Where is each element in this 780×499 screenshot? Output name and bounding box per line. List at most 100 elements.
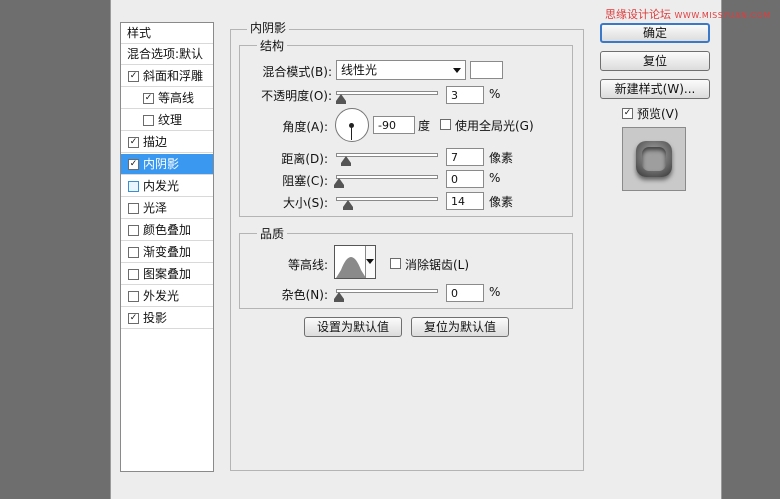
style-item-label: 纹理 [158, 113, 183, 127]
blend-options-label: 混合选项:默认 [127, 47, 204, 61]
size-slider-thumb[interactable] [343, 200, 353, 210]
preview-checkbox[interactable]: ✓ [622, 108, 633, 119]
style-item-contour[interactable]: ✓ 等高线 [121, 88, 213, 109]
chevron-down-icon [366, 259, 374, 264]
blend-mode-label: 混合模式(B): [262, 65, 332, 79]
new-style-button[interactable]: 新建样式(W)... [600, 79, 710, 99]
opacity-input[interactable]: 3 [446, 86, 484, 104]
angle-dial[interactable] [335, 108, 369, 142]
angle-center-dot [349, 123, 354, 128]
style-item-label: 投影 [143, 311, 168, 325]
choke-unit: % [489, 171, 501, 185]
styles-header[interactable]: 样式 [121, 23, 213, 44]
styles-list: 样式 混合选项:默认 ✓ 斜面和浮雕 ✓ 等高线 纹理 ✓ 描边 ✓ 内阴影 内… [120, 22, 214, 472]
style-item-inner-shadow[interactable]: ✓ 内阴影 [121, 154, 213, 175]
noise-unit: % [489, 285, 501, 299]
contour-picker[interactable] [334, 245, 376, 279]
distance-slider-track[interactable] [336, 153, 438, 157]
style-item-label: 渐变叠加 [143, 245, 192, 259]
reset-default-button[interactable]: 复位为默认值 [411, 317, 509, 337]
stroke-checkbox[interactable]: ✓ [128, 137, 139, 148]
choke-input[interactable]: 0 [446, 170, 484, 188]
style-item-bevel-emboss[interactable]: ✓ 斜面和浮雕 [121, 66, 213, 87]
opacity-slider-track[interactable] [336, 91, 438, 95]
noise-slider-track[interactable] [336, 289, 438, 293]
size-label: 大小(S): [282, 196, 328, 210]
shadow-color-swatch[interactable] [470, 61, 503, 79]
anti-alias-label: 消除锯齿(L) [405, 258, 470, 272]
inner-shadow-title: 内阴影 [247, 19, 290, 36]
choke-slider-track[interactable] [336, 175, 438, 179]
angle-unit: 度 [418, 119, 431, 133]
size-input[interactable]: 14 [446, 192, 484, 210]
style-item-color-overlay[interactable]: 颜色叠加 [121, 220, 213, 241]
global-light-label: 使用全局光(G) [455, 119, 534, 133]
set-default-button[interactable]: 设置为默认值 [304, 317, 402, 337]
contour-curve-icon [336, 257, 366, 278]
inner-shadow-checkbox[interactable]: ✓ [128, 159, 139, 170]
style-preview-thumbnail [622, 127, 686, 191]
bevel-checkbox[interactable]: ✓ [128, 71, 139, 82]
style-item-label: 等高线 [158, 91, 195, 105]
noise-input[interactable]: 0 [446, 284, 484, 302]
style-item-label: 描边 [143, 135, 168, 149]
distance-unit: 像素 [489, 151, 514, 165]
style-item-label: 内发光 [143, 179, 180, 193]
anti-alias-checkbox[interactable] [390, 258, 401, 269]
styles-header-label: 样式 [127, 26, 152, 40]
style-item-outer-glow[interactable]: 外发光 [121, 286, 213, 307]
blend-mode-select[interactable]: 线性光 [336, 60, 466, 80]
pattern-overlay-checkbox[interactable] [128, 269, 139, 280]
contour-dropdown-button[interactable] [365, 246, 375, 278]
drop-shadow-checkbox[interactable]: ✓ [128, 313, 139, 324]
style-item-label: 光泽 [143, 201, 168, 215]
ok-button[interactable]: 确定 [600, 23, 710, 43]
preview-shape-inner [642, 147, 666, 171]
texture-checkbox[interactable] [143, 115, 154, 126]
style-item-drop-shadow[interactable]: ✓ 投影 [121, 308, 213, 329]
distance-slider-thumb[interactable] [341, 156, 351, 166]
style-item-texture[interactable]: 纹理 [121, 110, 213, 131]
opacity-slider-thumb[interactable] [336, 94, 346, 104]
style-item-gradient-overlay[interactable]: 渐变叠加 [121, 242, 213, 263]
inner-glow-checkbox[interactable] [128, 181, 139, 192]
preview-shape [636, 141, 672, 177]
noise-label: 杂色(N): [281, 288, 328, 302]
style-item-label: 内阴影 [143, 157, 180, 171]
chevron-down-icon [453, 68, 461, 73]
watermark: 思缘设计论坛 WWW.MISSYUAN.COM [605, 6, 771, 22]
choke-slider-thumb[interactable] [334, 178, 344, 188]
distance-label: 距离(D): [281, 152, 328, 166]
opacity-label: 不透明度(O): [261, 89, 332, 103]
style-item-label: 斜面和浮雕 [143, 69, 204, 83]
style-item-inner-glow[interactable]: 内发光 [121, 176, 213, 197]
global-light-checkbox[interactable] [440, 119, 451, 130]
style-item-pattern-overlay[interactable]: 图案叠加 [121, 264, 213, 285]
opacity-unit: % [489, 87, 501, 101]
choke-label: 阻塞(C): [282, 174, 328, 188]
size-unit: 像素 [489, 195, 514, 209]
contour-checkbox[interactable]: ✓ [143, 93, 154, 104]
contour-label: 等高线: [287, 258, 328, 272]
style-item-label: 图案叠加 [143, 267, 192, 281]
blend-mode-value: 线性光 [341, 63, 378, 77]
watermark-en: WWW.MISSYUAN.COM [674, 11, 771, 20]
gradient-overlay-checkbox[interactable] [128, 247, 139, 258]
angle-label: 角度(A): [282, 120, 328, 134]
blend-options-item[interactable]: 混合选项:默认 [121, 44, 213, 65]
outer-glow-checkbox[interactable] [128, 291, 139, 302]
distance-input[interactable]: 7 [446, 148, 484, 166]
color-overlay-checkbox[interactable] [128, 225, 139, 236]
style-item-satin[interactable]: 光泽 [121, 198, 213, 219]
satin-checkbox[interactable] [128, 203, 139, 214]
noise-slider-thumb[interactable] [334, 292, 344, 302]
structure-title: 结构 [257, 37, 288, 54]
reset-button[interactable]: 复位 [600, 51, 710, 71]
style-item-stroke[interactable]: ✓ 描边 [121, 132, 213, 153]
watermark-cn: 思缘设计论坛 [605, 8, 671, 21]
preview-label: 预览(V) [637, 107, 679, 121]
style-item-label: 颜色叠加 [143, 223, 192, 237]
angle-input[interactable]: -90 [373, 116, 415, 134]
quality-title: 品质 [257, 225, 288, 242]
style-item-label: 外发光 [143, 289, 180, 303]
